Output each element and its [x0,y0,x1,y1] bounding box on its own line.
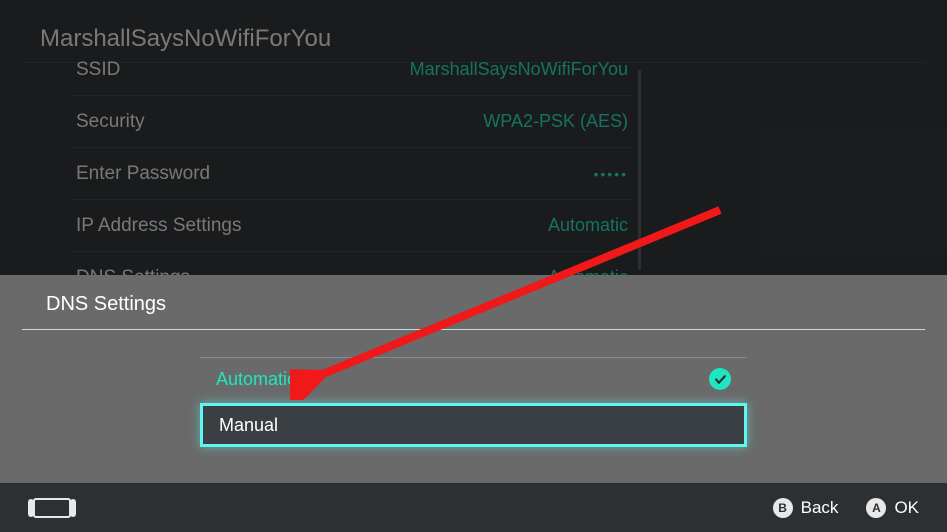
b-button-icon: B [773,498,793,518]
row-label: Security [76,111,396,133]
scrollbar[interactable] [638,70,641,270]
hint-label: Back [801,498,839,518]
modal-title: DNS Settings [46,293,166,316]
checkmark-icon [709,368,731,390]
hint-ok: A OK [866,498,919,518]
controller-icon [28,497,76,519]
option-manual[interactable]: Manual [200,403,747,447]
row-value: Automatic [396,215,628,236]
row-value: MarshallSaysNoWifiForYou [396,59,628,80]
a-button-icon: A [866,498,886,518]
option-label: Automatic [216,369,296,390]
hint-label: OK [894,498,919,518]
row-label: SSID [76,59,396,81]
dns-settings-modal: DNS Settings Automatic Manual [0,275,947,482]
settings-row-ssid[interactable]: SSID MarshallSaysNoWifiForYou [72,44,632,96]
settings-row-security[interactable]: Security WPA2-PSK (AES) [72,96,632,148]
option-automatic[interactable]: Automatic [200,357,747,401]
settings-row-password[interactable]: Enter Password ••••• [72,148,632,200]
divider [22,329,925,330]
option-label: Manual [219,415,278,436]
settings-row-ip[interactable]: IP Address Settings Automatic [72,200,632,252]
row-label: Enter Password [76,163,396,185]
settings-list: SSID MarshallSaysNoWifiForYou Security W… [72,44,632,304]
footer-bar: B Back A OK [0,482,947,532]
hint-back: B Back [773,498,839,518]
row-value: WPA2-PSK (AES) [396,111,628,132]
row-label: IP Address Settings [76,215,396,237]
row-value: ••••• [396,166,628,182]
